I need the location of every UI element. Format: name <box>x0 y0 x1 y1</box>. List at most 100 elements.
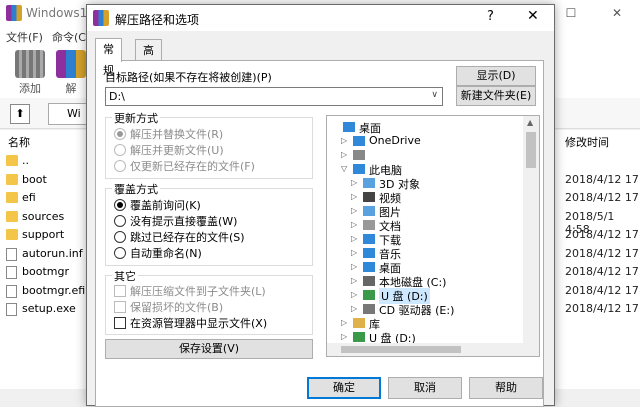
cancel-button[interactable]: 取消 <box>388 377 462 399</box>
radio-icon[interactable] <box>114 128 126 140</box>
file-name: autorun.inf <box>22 246 83 260</box>
folder-icon <box>6 173 18 185</box>
video-icon <box>363 192 375 202</box>
dialog-titlebar: 解压路径和选项 ? ✕ <box>87 5 554 31</box>
cloud-icon <box>353 136 365 146</box>
dialog-title: 解压路径和选项 <box>115 13 200 27</box>
file-date: 2018/4/12 17 <box>565 283 639 297</box>
checkbox-icon[interactable] <box>114 301 126 313</box>
folder-tree[interactable]: 桌面 ▷ OneDrive ▷ ▽ 此电脑 ▷ 3D 对象 ▷ 视频 ▷ 图片 ▷ 文档 ▷ 下载 ▷ 音乐 ▷ 桌面… <box>326 115 540 357</box>
background-window-title: Windows10 <box>26 6 95 20</box>
path-input[interactable]: Wi <box>48 103 90 125</box>
checkbox-icon[interactable] <box>114 285 126 297</box>
close-icon[interactable]: ✕ <box>527 8 539 24</box>
ok-button[interactable]: 确定 <box>307 377 381 399</box>
folder-icon <box>6 210 18 222</box>
expand-icon[interactable]: ▷ <box>351 178 357 187</box>
file-date: 2018/4/12 17 <box>565 302 639 315</box>
file-icon <box>6 284 17 298</box>
expand-icon[interactable]: ▽ <box>341 164 347 173</box>
scroll-thumb[interactable] <box>526 132 536 168</box>
expand-icon[interactable]: ▷ <box>351 220 357 229</box>
misc-title: 其它 <box>112 268 138 284</box>
expand-icon[interactable]: ▷ <box>341 150 347 159</box>
file-name: efi <box>22 191 36 204</box>
file-date: 2018/4/12 17 <box>565 172 639 186</box>
download-icon <box>363 234 375 244</box>
file-name: support <box>22 228 65 241</box>
winrar-icon <box>93 10 109 26</box>
expand-icon[interactable]: ▷ <box>341 332 347 341</box>
save-settings-button[interactable]: 保存设置(V) <box>105 339 313 359</box>
new-folder-button[interactable]: 新建文件夹(E) <box>456 86 536 106</box>
3d-objects-icon <box>363 178 375 188</box>
expand-icon[interactable]: ▷ <box>351 276 357 285</box>
file-name: .. <box>22 154 29 167</box>
library-icon <box>353 318 365 328</box>
drive-icon <box>363 276 375 286</box>
expand-icon[interactable]: ▷ <box>351 262 357 271</box>
show-button[interactable]: 显示(D) <box>456 66 536 86</box>
overwrite-mode-title: 覆盖方式 <box>112 181 160 197</box>
up-folder-icon[interactable]: ⬆ <box>10 104 30 124</box>
menu-file[interactable]: 文件(F) <box>6 29 43 45</box>
add-button[interactable]: 添加 <box>8 50 52 96</box>
target-path-label: 目标路径(如果不存在将被创建)(P) <box>105 71 272 84</box>
expand-icon[interactable]: ▷ <box>351 290 357 299</box>
column-modified[interactable]: 修改时间 <box>565 134 609 150</box>
scroll-thumb[interactable] <box>341 346 461 353</box>
file-date: 2018/4/12 17 <box>565 191 639 204</box>
extract-button[interactable]: 解 <box>56 50 86 96</box>
extract-icon <box>56 50 86 78</box>
expand-icon[interactable]: ▷ <box>341 136 347 145</box>
expand-icon[interactable]: ▷ <box>351 304 357 313</box>
chevron-down-icon[interactable]: ∨ <box>431 90 438 100</box>
file-name: bootmgr.efi <box>22 283 86 297</box>
scroll-up-icon[interactable]: ▲ <box>527 118 533 127</box>
tab-general[interactable]: 常规 <box>95 38 122 77</box>
documents-icon <box>363 220 375 230</box>
tab-advanced[interactable]: 高级 <box>135 39 162 78</box>
overwrite-mode-group: 覆盖方式 覆盖前询问(K) 没有提示直接覆盖(W) 跳过已经存在的文件(S) 自… <box>105 181 313 266</box>
help-button[interactable]: 帮助 <box>469 377 543 399</box>
usb-drive-icon <box>353 332 365 342</box>
music-icon <box>363 248 375 258</box>
general-panel: 目标路径(如果不存在将被创建)(P) D:\ ∨ 显示(D) 新建文件夹(E) … <box>95 60 544 407</box>
misc-group: 其它 解压压缩文件到子文件夹(L) 保留损坏的文件(B) 在资源管理器中显示文件… <box>105 268 313 335</box>
radio-icon[interactable] <box>114 160 126 172</box>
radio-icon[interactable] <box>114 199 126 211</box>
user-icon <box>353 150 365 160</box>
folder-icon <box>6 155 18 166</box>
file-name: boot <box>22 172 47 186</box>
file-date: 2018/4/12 17 <box>565 246 639 260</box>
help-icon[interactable]: ? <box>487 9 494 24</box>
radio-icon[interactable] <box>114 144 126 156</box>
file-date: 2018/4/12 17 <box>565 265 639 278</box>
file-icon <box>6 303 17 316</box>
update-mode-title: 更新方式 <box>112 110 160 126</box>
pictures-icon <box>363 206 375 216</box>
file-name: bootmgr <box>22 265 69 278</box>
file-icon <box>6 247 17 261</box>
expand-icon[interactable]: ▷ <box>341 318 347 327</box>
target-path-input[interactable]: D:\ ∨ <box>105 87 443 106</box>
expand-icon[interactable]: ▷ <box>351 234 357 243</box>
tree-vertical-scrollbar[interactable]: ▲ <box>523 116 539 356</box>
winrar-logo-icon <box>6 5 22 21</box>
checkbox-icon[interactable] <box>114 317 126 329</box>
radio-icon[interactable] <box>114 215 126 227</box>
desktop-icon <box>343 122 355 132</box>
radio-icon[interactable] <box>114 231 126 243</box>
expand-icon[interactable]: ▷ <box>351 206 357 215</box>
file-name: sources <box>22 209 65 223</box>
folder-icon <box>6 229 18 240</box>
desktop-icon <box>363 262 375 272</box>
file-date: 2018/4/12 17 <box>565 228 639 241</box>
expand-icon[interactable]: ▷ <box>351 248 357 257</box>
radio-icon[interactable] <box>114 247 126 259</box>
column-name[interactable]: 名称 <box>8 134 30 150</box>
tree-horizontal-scrollbar[interactable] <box>327 343 523 356</box>
expand-icon[interactable]: ▷ <box>351 192 357 201</box>
close-icon[interactable]: ✕ <box>594 0 640 26</box>
menu-command[interactable]: 命令(C <box>52 29 86 45</box>
